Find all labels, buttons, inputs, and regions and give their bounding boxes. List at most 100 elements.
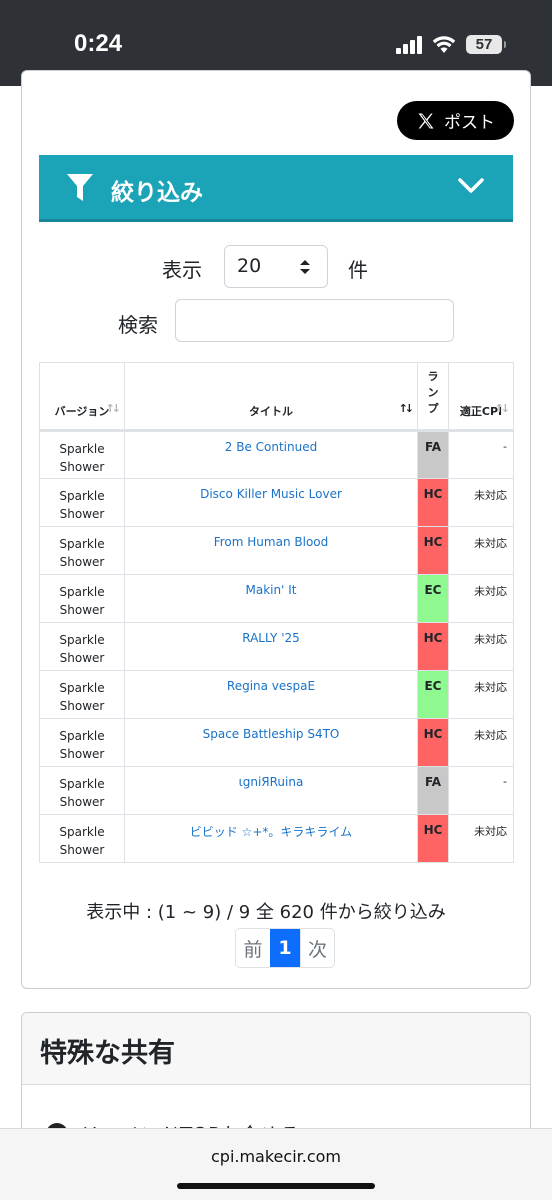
- version-text: Sparkle: [59, 442, 105, 456]
- table-row: Sparkle Shower 2 Be Continued FA -: [39, 430, 514, 479]
- version-text: Sparkle: [59, 681, 105, 695]
- version-text: Sparkle: [59, 537, 105, 551]
- browser-url-bar[interactable]: cpi.makecir.com: [0, 1128, 552, 1200]
- url-text: cpi.makecir.com: [210, 1147, 342, 1166]
- title-link[interactable]: RALLY '25: [124, 622, 418, 671]
- lamp-badge: EC: [417, 574, 449, 623]
- column-header-cpi[interactable]: 適正CPI ↑↓: [448, 362, 514, 432]
- share-heading: 特殊な共有: [22, 1013, 530, 1085]
- lamp-badge: FA: [417, 766, 449, 815]
- version-text: Shower: [59, 651, 105, 665]
- version-text: Shower: [59, 843, 105, 857]
- version-text: Sparkle: [59, 633, 105, 647]
- column-header-lamp[interactable]: ランプ: [417, 362, 449, 432]
- result-info: 表示中 : (1 ~ 9) / 9 全 620 件から絞り込み: [86, 902, 446, 923]
- x-logo-icon: [418, 113, 434, 128]
- column-header-version-label: バージョン: [54, 405, 110, 418]
- column-header-lamp-label: ランプ: [427, 370, 439, 415]
- lamp-badge: HC: [417, 718, 449, 767]
- version-cell: Sparkle Shower: [39, 814, 125, 863]
- chevron-down-icon: [458, 178, 484, 193]
- search-input[interactable]: [175, 299, 454, 342]
- cpi-cell: 未対応: [448, 814, 514, 863]
- sort-icon: ↑↓: [494, 402, 511, 415]
- battery-icon: 57: [466, 35, 506, 54]
- version-text: Shower: [59, 460, 105, 474]
- table-row: Sparkle Shower RALLY '25 HC 未対応: [39, 622, 514, 671]
- version-text: Shower: [59, 699, 105, 713]
- count-unit-label: 件: [348, 258, 368, 282]
- cpi-cell: 未対応: [448, 478, 514, 527]
- title-link[interactable]: Regina vespaE: [124, 670, 418, 719]
- filter-label: 絞り込み: [111, 180, 203, 206]
- title-link[interactable]: From Human Blood: [124, 526, 418, 575]
- pagination-page-1[interactable]: 1: [270, 929, 300, 967]
- table-row: Sparkle Shower ビビッド ☆+*。キラキライム HC 未対応: [39, 814, 514, 863]
- title-link[interactable]: 2 Be Continued: [124, 430, 418, 479]
- cpi-cell: 未対応: [448, 526, 514, 575]
- version-cell: Sparkle Shower: [39, 670, 125, 719]
- filter-icon: [67, 174, 93, 201]
- table-row: Sparkle Shower ɩgniЯRuina FA -: [39, 766, 514, 815]
- sort-active-icon: ↑↓: [398, 402, 415, 415]
- cpi-cell: 未対応: [448, 622, 514, 671]
- version-cell: Sparkle Shower: [39, 766, 125, 815]
- song-table: バージョン ↑↓ タイトル ↑↓ ランプ 適正CPI ↑↓ Sparkle Sho…: [39, 362, 514, 863]
- version-cell: Sparkle Shower: [39, 526, 125, 575]
- version-cell: Sparkle Shower: [39, 718, 125, 767]
- clock: 0:24: [74, 30, 123, 57]
- table-row: Sparkle Shower Regina vespaE EC 未対応: [39, 670, 514, 719]
- version-text: Sparkle: [59, 489, 105, 503]
- table-row: Sparkle Shower Makin' It EC 未対応: [39, 574, 514, 623]
- show-label: 表示: [162, 258, 202, 282]
- column-header-version[interactable]: バージョン ↑↓: [39, 362, 125, 432]
- version-text: Sparkle: [59, 585, 105, 599]
- version-cell: Sparkle Shower: [39, 622, 125, 671]
- x-post-button[interactable]: ポスト: [397, 101, 514, 140]
- lamp-badge: FA: [417, 430, 449, 479]
- table-row: Sparkle Shower Space Battleship S4TO HC 未対応: [39, 718, 514, 767]
- cpi-cell: -: [448, 430, 514, 479]
- x-post-label: ポスト: [444, 113, 495, 133]
- select-arrows-icon: [300, 260, 310, 274]
- version-text: Shower: [59, 603, 105, 617]
- lamp-badge: HC: [417, 622, 449, 671]
- version-cell: Sparkle Shower: [39, 430, 125, 479]
- title-link[interactable]: ビビッド ☆+*。キラキライム: [124, 814, 418, 863]
- version-text: Shower: [59, 555, 105, 569]
- table-header-row: バージョン ↑↓ タイトル ↑↓ ランプ 適正CPI ↑↓: [39, 362, 514, 432]
- lamp-badge: HC: [417, 814, 449, 863]
- pagination-next[interactable]: 次: [300, 929, 334, 967]
- title-link[interactable]: Makin' It: [124, 574, 418, 623]
- title-link[interactable]: Space Battleship S4TO: [124, 718, 418, 767]
- version-text: Shower: [59, 507, 105, 521]
- title-link[interactable]: Disco Killer Music Lover: [124, 478, 418, 527]
- cellular-signal-icon: [396, 36, 424, 54]
- table-row: Sparkle Shower From Human Blood HC 未対応: [39, 526, 514, 575]
- lamp-badge: HC: [417, 478, 449, 527]
- version-text: Shower: [59, 795, 105, 809]
- version-text: Sparkle: [59, 825, 105, 839]
- version-text: Sparkle: [59, 777, 105, 791]
- cpi-cell: -: [448, 766, 514, 815]
- search-label: 検索: [118, 313, 158, 337]
- pagination-prev[interactable]: 前: [236, 929, 270, 967]
- cpi-cell: 未対応: [448, 670, 514, 719]
- page-size-value: 20: [237, 255, 262, 277]
- version-cell: Sparkle Shower: [39, 478, 125, 527]
- lamp-badge: EC: [417, 670, 449, 719]
- pagination: 前 1 次: [235, 928, 335, 968]
- version-text: Sparkle: [59, 729, 105, 743]
- column-header-title-label: タイトル: [249, 405, 293, 418]
- title-link[interactable]: ɩgniЯRuina: [124, 766, 418, 815]
- table-row: Sparkle Shower Disco Killer Music Lover HC 未…: [39, 478, 514, 527]
- sort-icon: ↑↓: [105, 402, 122, 415]
- filter-accordion[interactable]: 絞り込み: [39, 155, 513, 222]
- page-size-select[interactable]: 20: [224, 245, 328, 288]
- version-cell: Sparkle Shower: [39, 574, 125, 623]
- home-indicator[interactable]: [177, 1183, 375, 1189]
- column-header-title[interactable]: タイトル ↑↓: [124, 362, 418, 432]
- version-text: Shower: [59, 747, 105, 761]
- cpi-cell: 未対応: [448, 574, 514, 623]
- lamp-badge: HC: [417, 526, 449, 575]
